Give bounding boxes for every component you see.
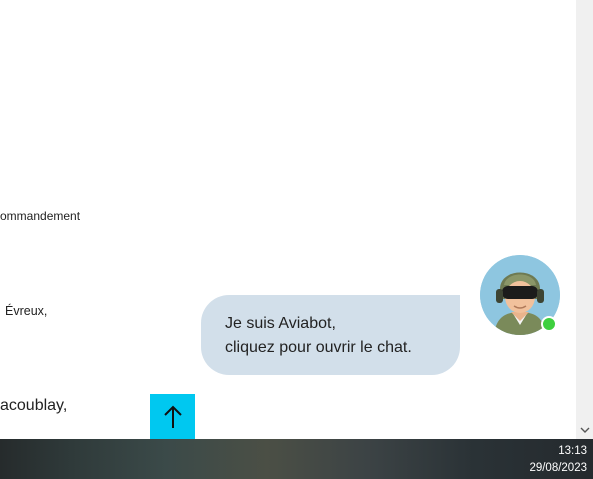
page-text-villacoublay: acoublay,	[0, 397, 68, 414]
page-text-evreux: Évreux,	[5, 304, 48, 318]
chat-bubble-line1: Je suis Aviabot,	[225, 315, 336, 332]
taskbar: 13:13 29/08/2023	[0, 439, 593, 479]
vertical-scrollbar[interactable]	[576, 0, 593, 439]
online-status-dot	[541, 316, 557, 332]
chat-bubble-line2: cliquez pour ouvrir le chat.	[225, 339, 412, 356]
scroll-down-arrow[interactable]	[576, 422, 593, 439]
chevron-down-icon	[580, 427, 589, 433]
chatbot-invite-bubble[interactable]: Je suis Aviabot, cliquez pour ouvrir le …	[201, 295, 460, 375]
arrow-up-icon	[163, 405, 182, 428]
page-text-commandement: ommandement	[0, 209, 81, 223]
clock-date: 29/08/2023	[529, 462, 587, 474]
back-to-top-button[interactable]	[150, 394, 195, 439]
taskbar-clock[interactable]: 13:13 29/08/2023	[529, 443, 587, 477]
clock-time: 13:13	[558, 445, 587, 457]
